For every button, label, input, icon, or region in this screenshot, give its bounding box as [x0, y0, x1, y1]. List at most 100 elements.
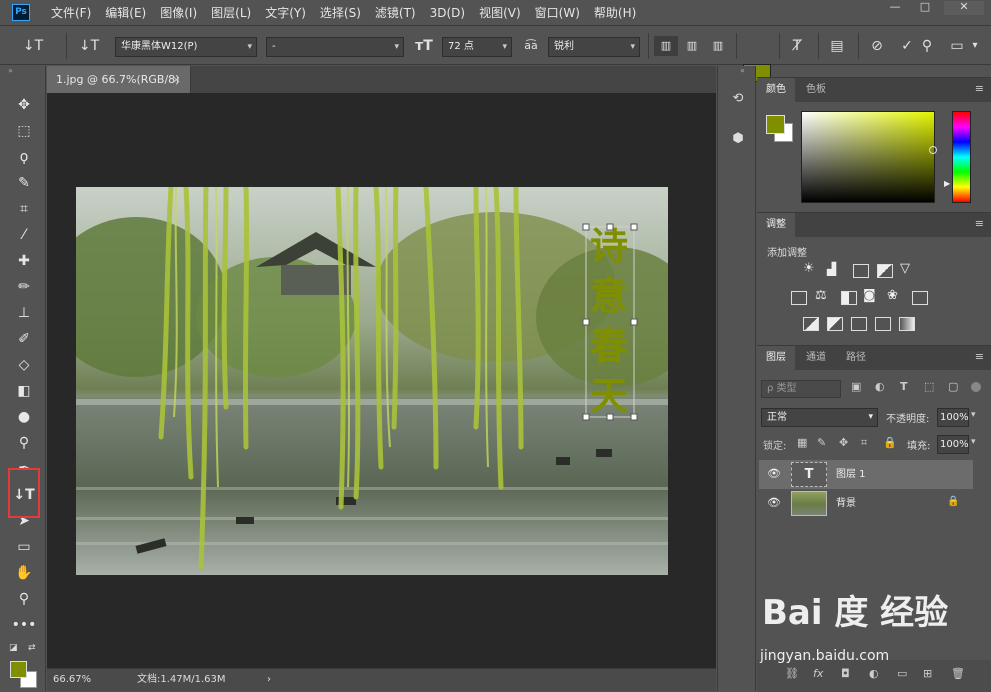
- color-picker-cursor[interactable]: [929, 146, 937, 154]
- color-lookup-icon[interactable]: [912, 291, 928, 305]
- opacity-dropdown-icon[interactable]: ▾: [971, 410, 976, 420]
- foreground-color-swatch[interactable]: [10, 661, 27, 678]
- document-image[interactable]: 诗 意 春 天: [76, 187, 668, 575]
- visibility-eye-icon[interactable]: 👁: [767, 496, 781, 510]
- filter-toggle[interactable]: [971, 382, 981, 392]
- add-mask-icon[interactable]: ◘: [841, 667, 850, 680]
- expand-panels-icon[interactable]: «: [740, 66, 745, 75]
- font-size-select[interactable]: 72 点 ▾: [442, 37, 512, 57]
- character-panel-icon[interactable]: ▤: [826, 36, 848, 56]
- layer-row-text[interactable]: 👁 T 图层 1: [759, 460, 973, 489]
- align-top-icon[interactable]: ▥: [654, 36, 678, 56]
- tab-layers[interactable]: 图层: [757, 346, 795, 370]
- eyedropper-tool-icon[interactable]: ⁄: [11, 224, 37, 246]
- black-white-icon[interactable]: [841, 291, 857, 305]
- font-style-select[interactable]: - ▾: [266, 37, 404, 57]
- marquee-tool-icon[interactable]: ⬚: [11, 120, 37, 142]
- vertical-type-tool-preset-icon[interactable]: ↓T: [20, 36, 46, 56]
- workspace-icon[interactable]: ▭: [946, 36, 968, 56]
- status-menu-arrow[interactable]: ›: [267, 671, 271, 689]
- warp-text-icon[interactable]: Ⱦ: [786, 36, 808, 56]
- exposure-icon[interactable]: [877, 264, 893, 278]
- threshold-icon[interactable]: [851, 317, 867, 331]
- close-icon[interactable]: ×: [172, 66, 181, 93]
- more-tools-icon[interactable]: •••: [11, 614, 37, 636]
- lock-artboard-icon[interactable]: ⌗: [861, 436, 867, 450]
- lock-all-icon[interactable]: 🔒: [883, 436, 897, 449]
- hue-saturation-icon[interactable]: [791, 291, 807, 305]
- new-group-icon[interactable]: ▭: [897, 667, 907, 680]
- gradient-tool-icon[interactable]: ◧: [11, 380, 37, 402]
- menu-edit[interactable]: 编辑(E): [98, 0, 153, 26]
- tab-adjustments[interactable]: 调整: [757, 213, 795, 237]
- cancel-edit-icon[interactable]: ⊘: [866, 36, 888, 56]
- history-brush-tool-icon[interactable]: ✐: [11, 328, 37, 350]
- menu-view[interactable]: 视图(V): [472, 0, 528, 26]
- lock-image-icon[interactable]: ✎: [817, 436, 826, 449]
- menu-layer[interactable]: 图层(L): [204, 0, 258, 26]
- lock-position-icon[interactable]: ✥: [839, 436, 848, 449]
- selective-color-icon[interactable]: [875, 317, 891, 331]
- panel-menu-icon[interactable]: ≡: [975, 350, 984, 363]
- menu-help[interactable]: 帮助(H): [587, 0, 643, 26]
- search-icon[interactable]: ⚲: [918, 36, 936, 56]
- lasso-tool-icon[interactable]: ϙ: [11, 146, 37, 168]
- collapse-toolbox-icon[interactable]: »: [8, 66, 13, 75]
- layer-filter-select[interactable]: ρ 类型: [761, 380, 841, 398]
- hue-slider-pointer[interactable]: ▶: [944, 179, 950, 188]
- brightness-icon[interactable]: ☀: [803, 261, 815, 276]
- fill-field[interactable]: 100%: [937, 435, 969, 454]
- menu-file[interactable]: 文件(F): [44, 0, 98, 26]
- maximize-button[interactable]: □: [910, 1, 940, 15]
- layer-name[interactable]: 图层 1: [836, 460, 866, 489]
- channel-mixer-icon[interactable]: ❀: [887, 288, 898, 303]
- rectangle-tool-icon[interactable]: ▭: [11, 536, 37, 558]
- posterize-icon[interactable]: [827, 317, 843, 331]
- move-tool-icon[interactable]: ✥: [11, 94, 37, 116]
- visibility-eye-icon[interactable]: 👁: [767, 467, 781, 481]
- document-tab[interactable]: 1.jpg @ 66.7%(RGB/8) ×: [47, 66, 191, 93]
- menu-window[interactable]: 窗口(W): [528, 0, 587, 26]
- new-layer-icon[interactable]: ⊞: [923, 667, 932, 680]
- color-fg-swatch[interactable]: [766, 115, 785, 134]
- zoom-level[interactable]: 66.67%: [53, 671, 91, 689]
- color-balance-icon[interactable]: ⚖: [815, 288, 827, 303]
- dodge-tool-icon[interactable]: ⚲: [11, 432, 37, 454]
- blend-mode-select[interactable]: 正常 ▾: [761, 408, 878, 427]
- menu-filter[interactable]: 滤镜(T): [368, 0, 423, 26]
- font-family-select[interactable]: 华康黑体W12(P) ▾: [115, 37, 257, 57]
- curves-icon[interactable]: [853, 264, 869, 278]
- menu-type[interactable]: 文字(Y): [258, 0, 313, 26]
- minimize-button[interactable]: —: [880, 1, 910, 15]
- swap-colors-icon[interactable]: ⇄: [28, 643, 36, 653]
- filter-smart-object-icon[interactable]: ▢: [948, 380, 958, 393]
- gradient-map-icon[interactable]: [899, 317, 915, 331]
- antialias-select[interactable]: 锐利 ▾: [548, 37, 640, 57]
- levels-icon[interactable]: ▟: [827, 262, 836, 276]
- 3d-panel-icon[interactable]: ⬢: [727, 128, 749, 150]
- panel-menu-icon[interactable]: ≡: [975, 82, 984, 95]
- tab-color[interactable]: 颜色: [757, 78, 795, 102]
- menu-select[interactable]: 选择(S): [313, 0, 368, 26]
- fill-dropdown-icon[interactable]: ▾: [971, 437, 976, 447]
- layer-name[interactable]: 背景: [836, 489, 856, 518]
- toggle-orientation-icon[interactable]: ↓T: [78, 36, 100, 56]
- default-colors-icon[interactable]: ◪: [9, 643, 18, 653]
- menu-image[interactable]: 图像(I): [153, 0, 204, 26]
- filter-shape-icon[interactable]: ⬚: [924, 380, 934, 393]
- filter-adjustment-icon[interactable]: ◐: [875, 380, 885, 393]
- filter-type-icon[interactable]: T: [900, 380, 908, 393]
- chevron-down-icon[interactable]: ▾: [968, 36, 982, 56]
- align-center-icon[interactable]: ▥: [680, 36, 704, 56]
- clone-stamp-tool-icon[interactable]: ⊥: [11, 302, 37, 324]
- healing-brush-tool-icon[interactable]: ✚: [11, 250, 37, 272]
- vibrance-icon[interactable]: ▽: [900, 261, 910, 276]
- tab-swatches[interactable]: 色板: [797, 78, 835, 102]
- layer-style-icon[interactable]: fx: [813, 667, 823, 680]
- commit-edit-icon[interactable]: ✓: [898, 36, 916, 56]
- panel-menu-icon[interactable]: ≡: [975, 217, 984, 230]
- history-panel-icon[interactable]: ⟲: [727, 88, 749, 110]
- crop-tool-icon[interactable]: ⌗: [11, 198, 37, 220]
- opacity-field[interactable]: 100%: [937, 408, 969, 427]
- color-picker-field[interactable]: [801, 111, 935, 203]
